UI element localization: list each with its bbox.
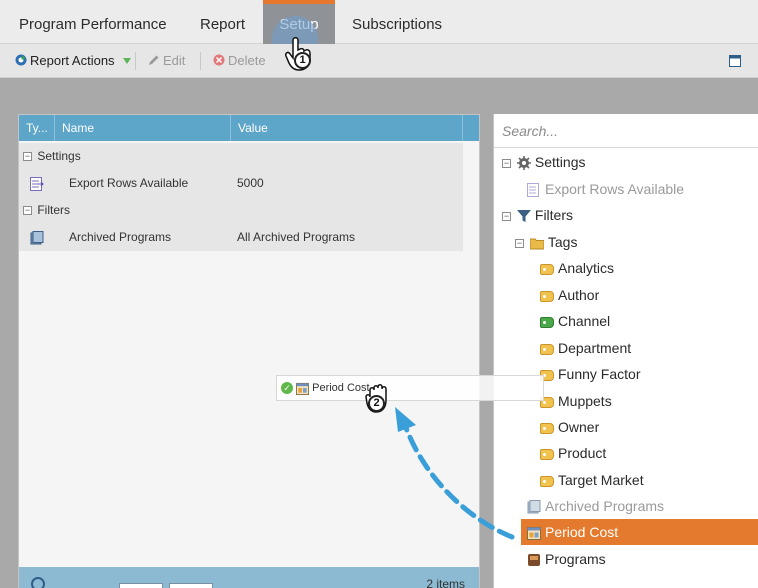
row-value: 5000 <box>237 176 264 190</box>
node-label: Archived Programs <box>545 498 665 514</box>
tag-icon <box>540 448 554 460</box>
node-label: Department <box>558 340 632 356</box>
group-label: Settings <box>37 149 81 163</box>
window-icon[interactable] <box>729 55 741 67</box>
collapse-icon[interactable]: − <box>23 152 32 162</box>
tree-node-period-cost[interactable]: Period Cost <box>521 519 758 545</box>
row-value: All Archived Programs <box>237 230 356 244</box>
tree-node-tags[interactable]: − Tags <box>515 229 577 255</box>
drag-ghost: ✓ Period Cost <box>276 375 544 401</box>
tree-node-filters[interactable]: − Filters <box>502 202 573 228</box>
tree-node-tag[interactable]: Product <box>540 440 606 466</box>
tree-node-tag[interactable]: Muppets <box>540 388 612 414</box>
tree-node-programs[interactable]: Programs <box>527 546 606 572</box>
item-count: 2 items <box>426 577 465 588</box>
tag-icon <box>540 422 554 434</box>
node-label: Programs <box>545 551 606 567</box>
collapse-icon[interactable]: − <box>502 158 511 168</box>
tag-icon <box>540 290 554 302</box>
node-label: Settings <box>534 154 586 170</box>
node-label: Export Rows Available <box>545 181 685 197</box>
export-rows-icon <box>30 177 44 191</box>
node-label: Filters <box>534 207 574 223</box>
tag-icon <box>540 475 554 487</box>
tree-node-settings[interactable]: − Settings <box>502 149 585 175</box>
column-value[interactable]: Value <box>231 115 463 141</box>
column-type[interactable]: Ty... <box>19 115 55 141</box>
archive-icon <box>527 500 541 514</box>
group-settings[interactable]: − Settings <box>19 143 463 170</box>
drag-ghost-label: Period Cost <box>312 382 370 394</box>
report-actions-icon <box>15 54 27 66</box>
folder-icon <box>529 238 544 250</box>
node-label: Tags <box>547 234 578 250</box>
delete-icon <box>213 54 225 66</box>
row-name: Archived Programs <box>69 230 172 244</box>
pencil-icon <box>149 55 159 65</box>
group-label: Filters <box>37 203 71 217</box>
report-actions-button[interactable]: Report Actions <box>15 44 132 78</box>
grid-header: Ty... Name Value <box>19 115 479 141</box>
tree-node-tag[interactable]: Analytics <box>540 255 614 281</box>
row-name: Export Rows Available <box>69 176 189 190</box>
node-label: Funny Factor <box>558 366 641 382</box>
properties-grid: Ty... Name Value − Settings Export Rows … <box>18 114 480 588</box>
node-label: Muppets <box>558 393 612 409</box>
pager-field[interactable] <box>119 583 163 588</box>
period-cost-icon <box>296 382 310 395</box>
node-label: Product <box>558 445 607 461</box>
toolbar: Report Actions Edit Delete <box>0 44 758 78</box>
edit-button[interactable]: Edit <box>148 44 185 78</box>
node-label: Period Cost <box>545 524 619 540</box>
report-actions-label: Report Actions <box>30 53 115 68</box>
tree-node-tag[interactable]: Author <box>540 282 599 308</box>
tab-program-performance[interactable]: Program Performance <box>7 0 179 44</box>
export-rows-icon <box>527 183 539 198</box>
table-row[interactable]: Export Rows Available 5000 <box>19 170 463 197</box>
filter-tree-panel: Search... − Settings Export Rows Availab… <box>493 114 758 588</box>
tree-node-export-rows[interactable]: Export Rows Available <box>527 176 684 202</box>
grid-footer: 2 items <box>19 567 479 588</box>
archive-icon <box>30 231 44 245</box>
tab-subscriptions[interactable]: Subscriptions <box>340 0 454 44</box>
tag-icon <box>540 316 554 328</box>
tag-icon <box>540 263 554 275</box>
refresh-icon[interactable] <box>31 577 45 588</box>
node-label: Channel <box>558 313 611 329</box>
funnel-icon <box>516 210 531 223</box>
dropdown-arrow-icon <box>123 58 132 64</box>
callout-badge-1: 1 <box>294 52 311 69</box>
node-label: Author <box>558 287 600 303</box>
edit-label: Edit <box>163 53 186 68</box>
programs-icon <box>528 554 540 567</box>
column-name[interactable]: Name <box>55 115 231 141</box>
pager-field[interactable] <box>169 583 213 588</box>
delete-button[interactable]: Delete <box>213 44 266 78</box>
node-label: Target Market <box>558 472 644 488</box>
gear-icon <box>516 156 531 171</box>
tree-node-tag[interactable]: Channel <box>540 308 610 334</box>
callout-badge-2: 2 <box>368 395 385 412</box>
collapse-icon[interactable]: − <box>515 238 524 248</box>
tag-icon <box>540 343 554 355</box>
table-row[interactable]: Archived Programs All Archived Programs <box>19 224 463 251</box>
period-cost-icon <box>527 527 541 541</box>
delete-label: Delete <box>228 53 266 68</box>
toolbar-divider <box>200 52 201 70</box>
tree-node-archived-programs[interactable]: Archived Programs <box>527 493 664 519</box>
tab-bar: Program Performance Report Setup Subscri… <box>0 0 758 44</box>
node-label: Analytics <box>558 260 615 276</box>
tree-node-tag[interactable]: Department <box>540 335 631 361</box>
tree-node-tag[interactable]: Funny Factor <box>540 361 640 387</box>
node-label: Owner <box>558 419 600 435</box>
collapse-icon[interactable]: − <box>502 211 511 221</box>
toolbar-divider <box>135 52 136 70</box>
group-filters[interactable]: − Filters <box>19 197 463 224</box>
tab-report[interactable]: Report <box>188 0 257 44</box>
tree-node-tag[interactable]: Owner <box>540 414 599 440</box>
tree-node-tag[interactable]: Target Market <box>540 467 644 493</box>
collapse-icon[interactable]: − <box>23 206 32 216</box>
search-input[interactable]: Search... <box>494 114 758 148</box>
check-icon: ✓ <box>281 382 293 395</box>
